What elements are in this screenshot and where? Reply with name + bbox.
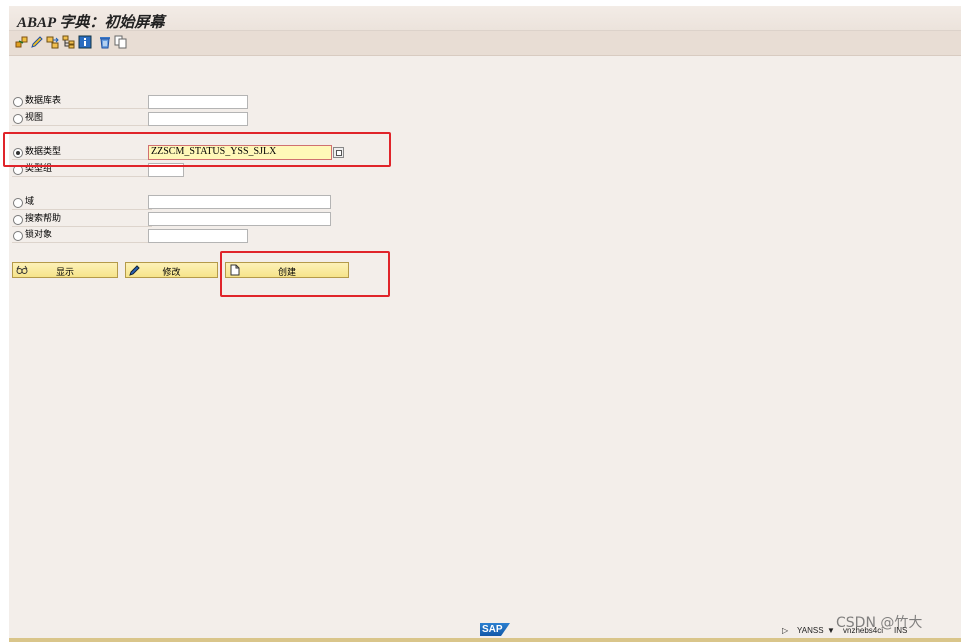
display-button[interactable]: 显示 (12, 262, 118, 278)
row-divider (12, 242, 152, 243)
radio-view[interactable] (13, 114, 23, 124)
hierarchy-icon[interactable] (62, 35, 76, 49)
application-toolbar (9, 31, 961, 56)
chevron-down-icon[interactable]: ▼ (827, 626, 835, 635)
label-lock-object: 锁对象 (25, 230, 53, 240)
radio-domain[interactable] (13, 198, 23, 208)
sap-logo-text: SAP (482, 624, 503, 635)
sap-window: ABAP 字典：初始屏幕 数据库表 视图 数据类型 ZZSCM_STATUS_Y… (3, 0, 961, 642)
input-domain[interactable] (148, 195, 331, 209)
label-domain: 域 (25, 197, 35, 207)
radio-search-help[interactable] (13, 215, 23, 225)
change-button[interactable]: 修改 (125, 262, 218, 278)
row-divider (12, 125, 152, 126)
radio-lock-object[interactable] (13, 231, 23, 241)
title-bar: ABAP 字典：初始屏幕 (9, 6, 961, 31)
highlight-box-create (220, 251, 390, 297)
other-object-icon[interactable] (15, 35, 29, 49)
radio-database-table[interactable] (13, 97, 23, 107)
row-divider (12, 176, 152, 177)
input-search-help[interactable] (148, 212, 331, 226)
display-button-label: 显示 (55, 268, 74, 278)
label-search-help: 搜索帮助 (25, 214, 62, 224)
row-divider (12, 209, 152, 210)
info-icon[interactable] (78, 35, 92, 49)
change-button-label: 修改 (162, 268, 181, 278)
delete-trash-icon[interactable] (98, 35, 112, 49)
where-used-icon[interactable] (46, 35, 60, 49)
label-view: 视图 (25, 113, 44, 123)
bottom-gold-line (9, 638, 961, 642)
status-user: YANSS (797, 626, 824, 635)
input-view[interactable] (148, 112, 248, 126)
status-play-icon[interactable]: ▷ (782, 626, 788, 635)
watermark: CSDN @竹大 (836, 615, 923, 631)
status-bar: SAP ▷ YANSS ▼ vnzhebs4ci INS (9, 619, 961, 639)
copy-icon[interactable] (114, 35, 128, 49)
row-divider (12, 108, 152, 109)
highlight-box-data-type (3, 132, 391, 167)
page-title: ABAP 字典：初始屏幕 (17, 15, 165, 31)
label-database-table: 数据库表 (25, 96, 62, 106)
input-lock-object[interactable] (148, 229, 248, 243)
edit-pencil-icon[interactable] (30, 35, 44, 49)
sap-logo: SAP (480, 623, 510, 636)
row-divider (12, 226, 152, 227)
input-database-table[interactable] (148, 95, 248, 109)
